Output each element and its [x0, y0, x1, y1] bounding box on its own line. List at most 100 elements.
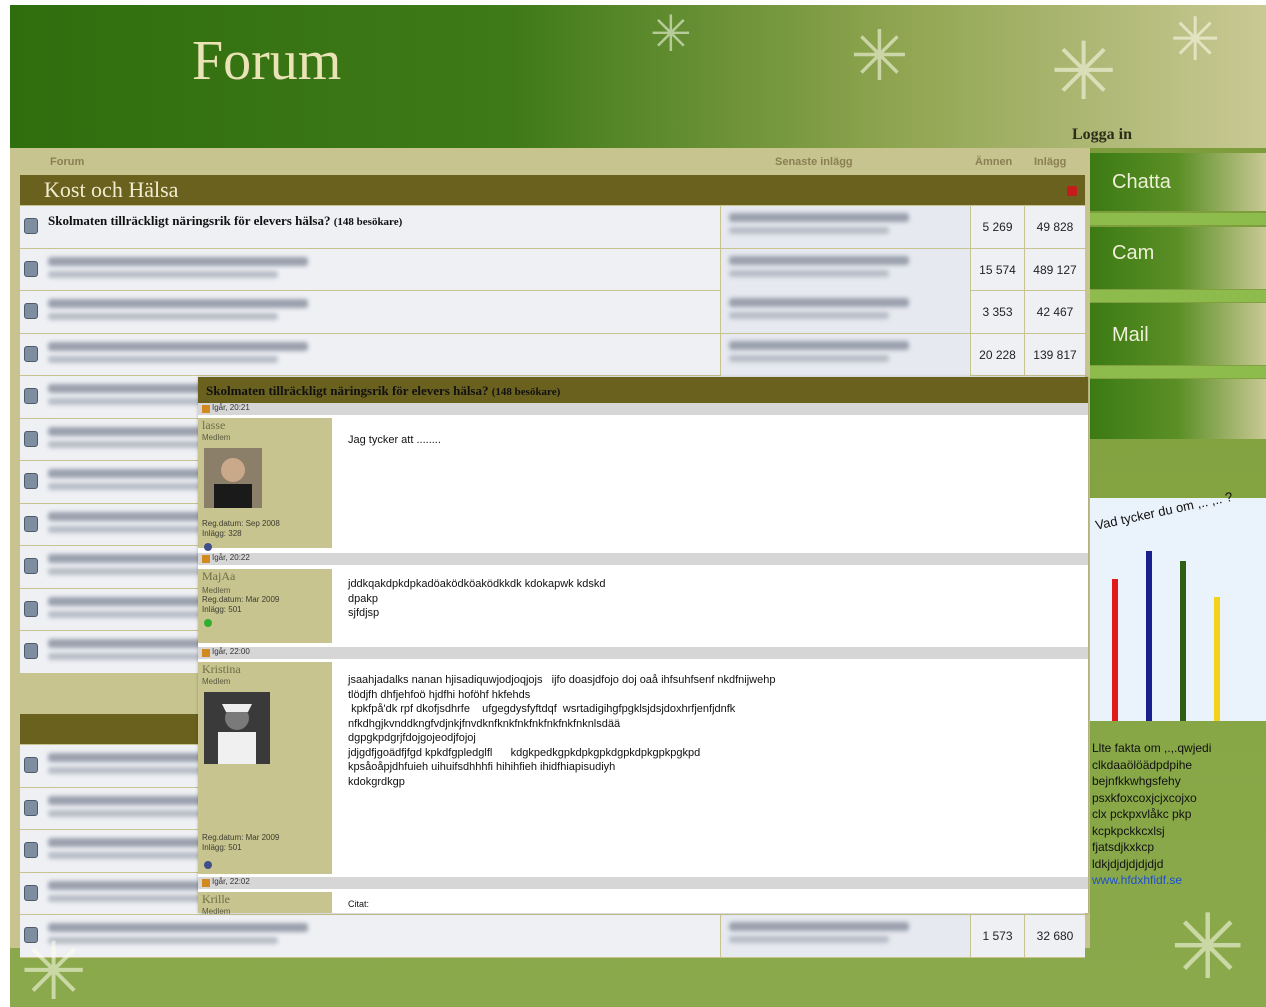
user-role: Medlem — [202, 586, 231, 595]
topic-count: 1 573 — [970, 915, 1024, 957]
sparkle-decoration: ✳ — [20, 925, 88, 1007]
offline-icon — [204, 543, 212, 551]
column-header-forum: Forum — [50, 156, 85, 168]
sparkle-decoration: ✳ — [850, 15, 909, 97]
offline-icon — [204, 861, 212, 869]
forum-icon — [24, 303, 38, 319]
post-count: 139 817 — [1024, 333, 1085, 376]
column-header-posts: Inlägg — [1034, 156, 1067, 168]
topic-count: 5 269 — [970, 206, 1024, 248]
post-date: Igår, 22:00 — [198, 647, 1088, 659]
topic-count: 20 228 — [970, 333, 1024, 376]
post-date: Igår, 22:02 — [198, 877, 1088, 889]
sidebar-empty-button[interactable] — [1090, 379, 1266, 439]
poll-bar — [1180, 561, 1186, 721]
chat-button[interactable]: Chatta — [1090, 153, 1266, 211]
last-post-cell[interactable] — [720, 915, 970, 957]
last-post-cell[interactable] — [720, 291, 970, 333]
category-title[interactable]: Kost och Hälsa — [44, 177, 178, 203]
thread-popup: Skolmaten tillräckligt näringsrik för el… — [198, 377, 1088, 916]
mail-button[interactable]: Mail — [1090, 303, 1266, 365]
topic-count: 15 574 — [970, 248, 1024, 291]
forum-icon — [24, 842, 38, 858]
post-text: jddkqakdpkdpkadöaködköaködkkdk kdokapwk … — [348, 578, 606, 619]
forum-icon — [24, 260, 38, 277]
forum-topic[interactable] — [48, 921, 728, 951]
user-info: MajAa Medlem Reg.datum: Mar 2009 Inlägg:… — [198, 569, 332, 643]
reg-date: Reg.datum: Mar 2009 — [202, 833, 280, 842]
online-icon — [204, 619, 212, 627]
fact-line: ldkjdjdjdjdjdjd — [1092, 856, 1164, 871]
forum-row[interactable]: Skolmaten tillräckligt näringsrik för el… — [20, 206, 1085, 249]
post-icon — [202, 405, 210, 413]
site-title: Forum — [192, 30, 342, 92]
sidebar-divider — [1090, 366, 1266, 378]
username[interactable]: MajAa — [198, 569, 332, 584]
post-icon — [202, 555, 210, 563]
login-link[interactable]: Logga in — [1072, 126, 1132, 144]
forum-icon — [24, 345, 38, 362]
post: Igår, 20:21 lasse Medlem Reg.datum: Sep … — [198, 403, 1088, 551]
thread-title: Skolmaten tillräckligt näringsrik för el… — [198, 377, 1088, 403]
forum-row[interactable]: 15 574 489 127 — [20, 248, 1085, 291]
fact-line: clkdaaölöädpdpihe — [1092, 757, 1193, 772]
username[interactable]: Kristina — [198, 662, 332, 677]
username[interactable]: Krille — [198, 892, 332, 907]
forum-topic[interactable] — [48, 340, 728, 370]
post-date: Igår, 20:21 — [198, 403, 1088, 415]
post: Igår, 20:22 MajAa Medlem Reg.datum: Mar … — [198, 553, 1088, 643]
post-count: 49 828 — [1024, 206, 1085, 248]
forum-topic[interactable]: Skolmaten tillräckligt näringsrik för el… — [48, 212, 728, 242]
user-info: Krille Medlem — [198, 892, 332, 916]
reg-date: Reg.datum: Sep 2008 — [202, 519, 280, 528]
page-frame: ✳ ✳ ✳ ✳ Forum Logga in Forum Senaste inl… — [10, 5, 1266, 1007]
header-banner: ✳ ✳ ✳ ✳ Forum Logga in — [10, 5, 1266, 148]
forum-icon — [24, 218, 38, 234]
sidebar-divider — [1090, 290, 1266, 302]
post: Igår, 22:00 Kristina Medlem Reg.datum: M… — [198, 647, 1088, 874]
last-post-cell[interactable] — [720, 206, 970, 248]
sparkle-decoration: ✳ — [650, 5, 692, 63]
fact-line: psxkfoxcoxjcjxcojxo — [1092, 790, 1197, 805]
reg-date: Reg.datum: Mar 2009 — [202, 595, 280, 604]
username[interactable]: lasse — [198, 418, 332, 433]
poll-bar — [1214, 597, 1220, 721]
forum-icon — [24, 884, 38, 901]
forum-topic-title[interactable]: Skolmaten tillräckligt näringsrik för el… — [48, 213, 402, 228]
forum-icon — [24, 757, 38, 773]
forum-icon — [24, 558, 38, 574]
post-count: 32 680 — [1024, 915, 1085, 957]
user-role: Medlem — [202, 907, 231, 916]
quote-label: Citat: — [348, 899, 370, 909]
poll-bar — [1112, 579, 1118, 721]
forum-topic[interactable] — [48, 297, 728, 327]
post: Igår, 22:02 Krille Medlem Citat: — [198, 877, 1088, 916]
fact-line: fjatsdjkxkcp — [1092, 840, 1155, 854]
facts-lines: Llte fakta om ,.,.qwjedi clkdaaölöädpdpih… — [1092, 740, 1262, 872]
post-count: Inlägg: 501 — [202, 605, 242, 614]
forum-topic[interactable] — [48, 255, 728, 285]
post-text: Jag tycker att ........ — [348, 434, 441, 446]
post-text: jsaahjadalks nanan hjisadiquwjodjoqjojs … — [348, 674, 776, 788]
last-post-cell[interactable] — [720, 248, 970, 291]
column-header-topics: Ämnen — [975, 156, 1013, 168]
post-date: Igår, 20:22 — [198, 553, 1088, 565]
forum-icon — [24, 473, 38, 489]
fact-line: kcpkpckkcxlsj — [1092, 823, 1165, 838]
user-role: Medlem — [202, 433, 231, 442]
fact-line: clx pckpxvlåkc pkp — [1092, 807, 1192, 821]
post-count: Inlägg: 501 — [202, 843, 242, 852]
cam-button[interactable]: Cam — [1090, 227, 1266, 289]
forum-icon — [24, 643, 38, 659]
post-count: 42 467 — [1024, 291, 1085, 333]
facts-box: Llte fakta om ,.,.qwjedi clkdaaölöädpdpih… — [1092, 740, 1262, 889]
forum-row[interactable]: 3 353 42 467 — [20, 291, 1085, 334]
facts-link[interactable]: www.hfdxhfidf.se — [1092, 872, 1262, 889]
rss-icon[interactable] — [1067, 186, 1077, 196]
forum-row[interactable]: 1 573 32 680 — [20, 915, 1085, 958]
forum-row[interactable]: 20 228 139 817 — [20, 333, 1085, 376]
last-post-cell[interactable] — [720, 333, 970, 376]
sparkle-decoration: ✳ — [1170, 5, 1221, 75]
user-info: lasse Medlem Reg.datum: Sep 2008 Inlägg:… — [198, 418, 332, 551]
avatar — [204, 692, 270, 764]
